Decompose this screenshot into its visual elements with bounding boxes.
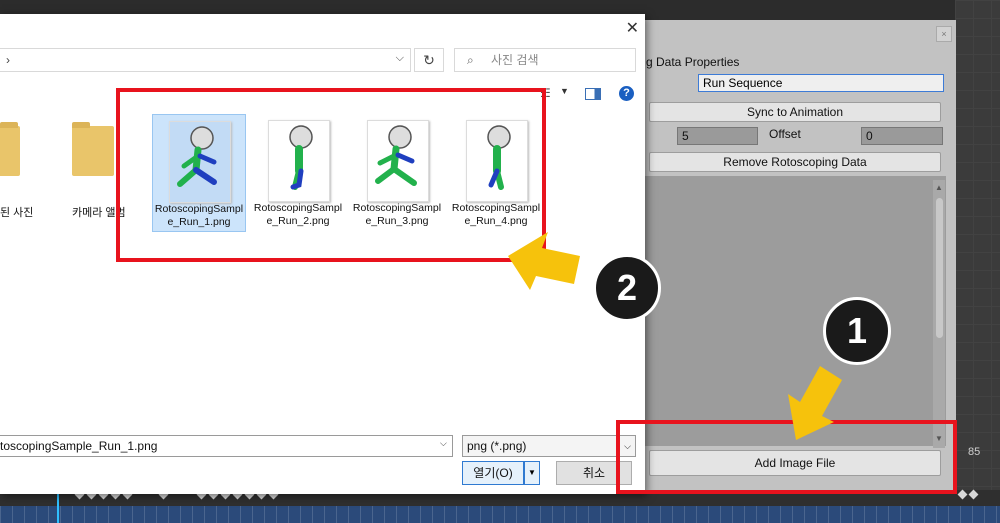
step-badge-1: 1	[823, 297, 891, 365]
step-badge-2: 2	[593, 254, 661, 322]
arrow-to-add-image	[788, 366, 842, 440]
arrow-to-files	[508, 232, 580, 290]
annotation-arrows	[508, 232, 842, 440]
